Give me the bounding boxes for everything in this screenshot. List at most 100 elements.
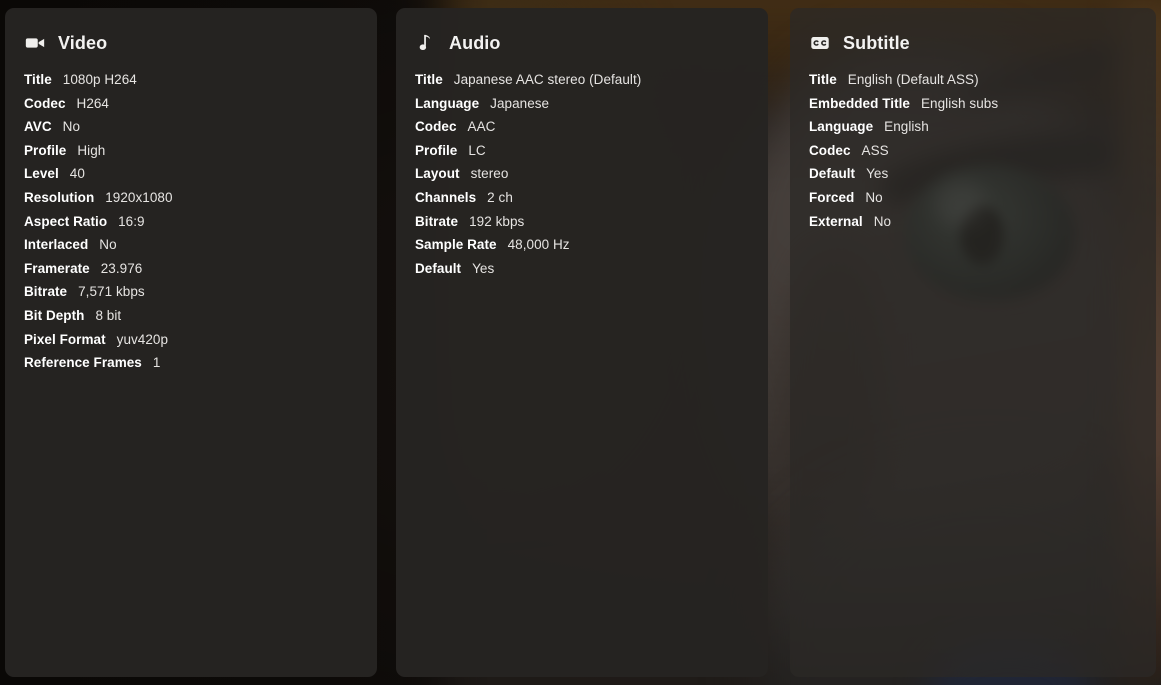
row-label: Level xyxy=(24,166,59,182)
row-label: Language xyxy=(809,119,874,135)
row-label: AVC xyxy=(24,119,52,135)
row-value: No xyxy=(873,213,892,229)
video-info-panel: Video Title 1080p H264 Codec H264 AVC No Pr… xyxy=(5,8,377,677)
info-row: Channels 2 ch xyxy=(415,190,752,214)
row-value: 7,571 kbps xyxy=(78,284,145,300)
video-camera-icon xyxy=(24,32,46,54)
row-label: Default xyxy=(809,166,856,182)
audio-info-panel: Audio Title Japanese AAC stereo (Default)… xyxy=(396,8,768,677)
media-info-overlay: Video Title 1080p H264 Codec H264 AVC No Pr… xyxy=(0,0,1161,685)
audio-panel-title: Audio xyxy=(449,32,501,53)
row-label: Default xyxy=(415,260,462,276)
info-row: Codec H264 xyxy=(24,96,361,120)
info-row: Pixel Format yuv420p xyxy=(24,332,361,356)
info-row: Title English (Default ASS) xyxy=(809,72,1140,96)
info-row: Bit Depth 8 bit xyxy=(24,308,361,332)
subtitle-rows: Title English (Default ASS) Embedded Titl… xyxy=(809,72,1140,237)
info-row: Forced No xyxy=(809,190,1140,214)
row-label: Aspect Ratio xyxy=(24,213,108,229)
row-label: Resolution xyxy=(24,189,95,205)
info-row: Codec ASS xyxy=(809,143,1140,167)
row-label: External xyxy=(809,213,863,229)
row-label: Interlaced xyxy=(24,237,89,253)
info-row: Resolution 1920x1080 xyxy=(24,190,361,214)
row-label: Title xyxy=(415,72,443,87)
subtitle-info-panel: Subtitle Title English (Default ASS) Embe… xyxy=(790,8,1156,677)
info-row: Layout stereo xyxy=(415,166,752,190)
row-label: Title xyxy=(809,72,837,87)
row-value: 192 kbps xyxy=(469,213,525,229)
info-row: Codec AAC xyxy=(415,119,752,143)
info-row: Sample Rate 48,000 Hz xyxy=(415,237,752,261)
row-value: Yes xyxy=(866,166,889,182)
row-label: Layout xyxy=(415,166,460,182)
row-value: 16:9 xyxy=(118,213,145,229)
row-value: High xyxy=(77,142,106,158)
info-row: Profile High xyxy=(24,143,361,167)
row-label: Embedded Title xyxy=(809,95,910,111)
info-row: Title 1080p H264 xyxy=(24,72,361,96)
info-row: Bitrate 192 kbps xyxy=(415,214,752,238)
row-value: 8 bit xyxy=(95,307,122,323)
info-row: Embedded Title English subs xyxy=(809,96,1140,120)
video-panel-header: Video xyxy=(24,30,361,56)
row-label: Bitrate xyxy=(24,284,68,300)
row-value: 1 xyxy=(152,355,161,371)
audio-panel-header: Audio xyxy=(415,30,752,56)
row-value: 48,000 Hz xyxy=(507,237,570,253)
row-value: Yes xyxy=(472,260,495,276)
row-label: Channels xyxy=(415,189,477,205)
video-rows: Title 1080p H264 Codec H264 AVC No Profile H… xyxy=(24,72,361,379)
row-label: Codec xyxy=(809,142,851,158)
row-value: No xyxy=(865,189,883,205)
row-value: Japanese xyxy=(490,95,550,111)
row-value: No xyxy=(62,119,81,135)
row-value: yuv420p xyxy=(116,331,169,347)
row-value: LC xyxy=(468,142,486,158)
row-value: stereo xyxy=(470,166,509,182)
subtitle-panel-header: Subtitle xyxy=(809,30,1140,56)
info-row: Title Japanese AAC stereo (Default) xyxy=(415,72,752,96)
row-value: No xyxy=(99,237,117,253)
info-row: Interlaced No xyxy=(24,237,361,261)
row-label: Framerate xyxy=(24,260,90,276)
info-row: Language Japanese xyxy=(415,96,752,120)
row-label: Reference Frames xyxy=(24,355,142,371)
row-label: Language xyxy=(415,95,480,111)
row-value: 23.976 xyxy=(100,260,143,276)
info-row: Default Yes xyxy=(415,261,752,285)
row-label: Profile xyxy=(24,142,67,158)
info-row: Default Yes xyxy=(809,166,1140,190)
row-label: Bit Depth xyxy=(24,307,85,323)
closed-caption-icon xyxy=(809,32,831,54)
info-row: Bitrate 7,571 kbps xyxy=(24,284,361,308)
row-value: ASS xyxy=(861,142,889,158)
info-row: External No xyxy=(809,214,1140,238)
video-panel-title: Video xyxy=(58,32,108,53)
row-label: Bitrate xyxy=(415,213,459,229)
music-note-icon xyxy=(415,32,437,54)
row-label: Sample Rate xyxy=(415,237,497,253)
audio-rows: Title Japanese AAC stereo (Default) Langu… xyxy=(415,72,752,284)
info-row: Level 40 xyxy=(24,166,361,190)
row-value: English xyxy=(884,119,929,135)
info-row: AVC No xyxy=(24,119,361,143)
row-value: H264 xyxy=(76,95,109,111)
info-row: Language English xyxy=(809,119,1140,143)
row-value: Japanese AAC stereo (Default) xyxy=(453,72,642,87)
row-label: Forced xyxy=(809,189,855,205)
row-label: Codec xyxy=(415,119,457,135)
info-row: Reference Frames 1 xyxy=(24,355,361,379)
subtitle-panel-title: Subtitle xyxy=(843,32,910,53)
row-label: Pixel Format xyxy=(24,331,106,347)
row-label: Codec xyxy=(24,95,66,111)
row-value: English subs xyxy=(920,95,999,111)
row-value: 1920x1080 xyxy=(105,189,173,205)
row-value: English (Default ASS) xyxy=(847,72,979,87)
row-value: 2 ch xyxy=(487,189,513,205)
row-value: AAC xyxy=(467,119,496,135)
row-label: Title xyxy=(24,72,52,87)
row-label: Profile xyxy=(415,142,458,158)
info-row: Profile LC xyxy=(415,143,752,167)
row-value: 40 xyxy=(69,166,85,182)
